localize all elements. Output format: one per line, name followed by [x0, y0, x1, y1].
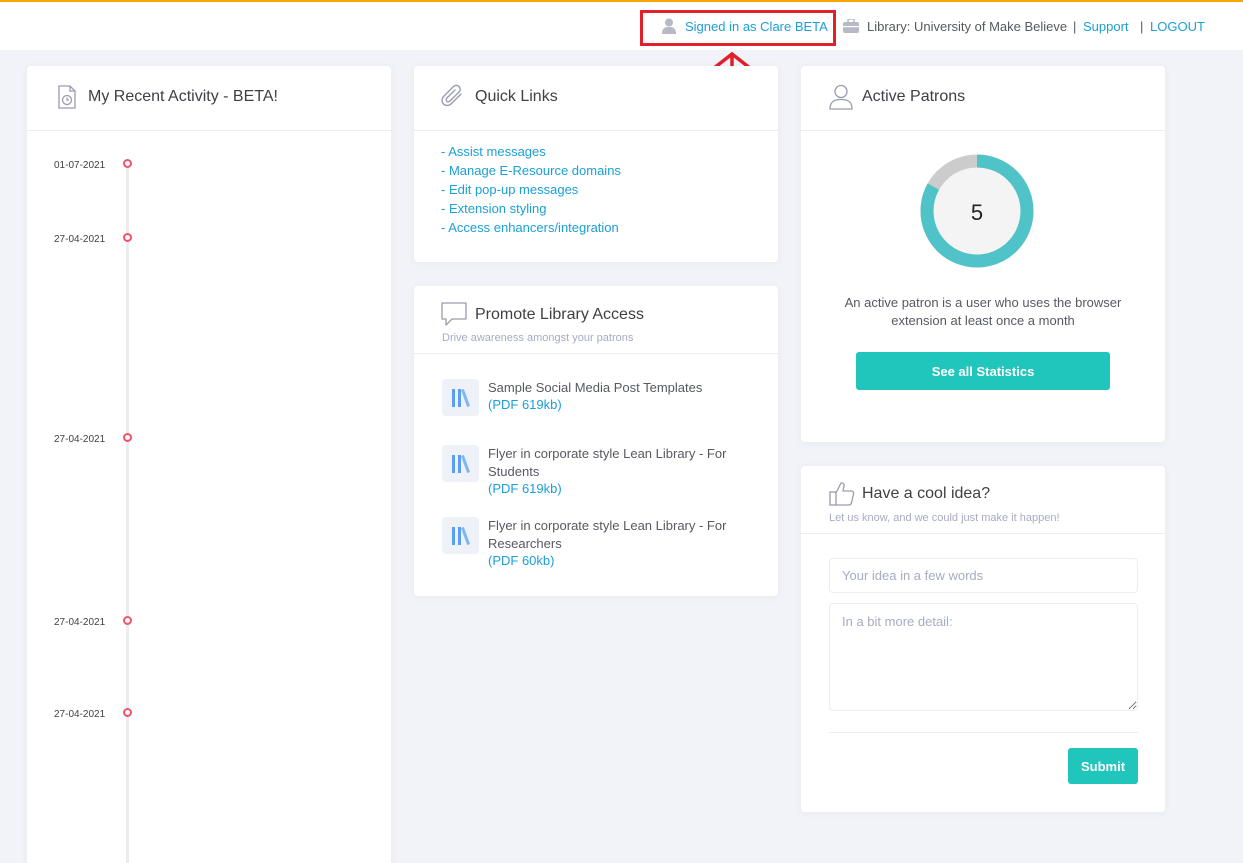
resource-pdf-link[interactable]: (PDF 619kb) — [488, 481, 562, 496]
timeline-dot — [123, 433, 132, 442]
timeline-date: 01-07-2021 — [54, 160, 106, 171]
card-title: Have a cool idea? — [862, 485, 991, 502]
library-name: Library: University of Make Believe — [867, 19, 1068, 34]
timeline-dot — [123, 616, 132, 625]
timeline-date: 27-04-2021 — [54, 434, 106, 445]
timeline-line — [126, 165, 129, 863]
idea-summary-input[interactable] — [829, 558, 1138, 593]
top-bar: Signed in as Clare BETA Library: Univers… — [0, 0, 1243, 50]
quick-link-access-enhancers[interactable]: - Access enhancers/integration — [441, 220, 619, 235]
card-title: Quick Links — [475, 88, 558, 105]
active-patron-description: An active patron is a user who uses the … — [844, 295, 1122, 328]
card-subtitle: Drive awareness amongst your patrons — [442, 332, 634, 344]
paperclip-icon — [441, 84, 465, 115]
speech-bubble-icon — [441, 302, 467, 331]
annotation-highlight-box — [640, 10, 836, 46]
library-books-icon — [442, 517, 479, 554]
timeline-dot — [123, 233, 132, 242]
card-header — [801, 66, 1165, 131]
divider: | — [1073, 19, 1077, 34]
timeline-dot — [123, 159, 132, 168]
timeline-date: 27-04-2021 — [54, 234, 106, 245]
card-title: My Recent Activity - BETA! — [88, 88, 278, 105]
thumbs-up-icon — [829, 481, 855, 512]
timeline-date: 27-04-2021 — [54, 617, 106, 628]
library-books-icon — [442, 445, 479, 482]
card-title: Active Patrons — [862, 88, 966, 105]
see-all-statistics-button[interactable]: See all Statistics — [856, 352, 1110, 390]
card-header — [414, 66, 778, 131]
resource-title: Sample Social Media Post Templates — [488, 380, 703, 395]
quick-link-assist-messages[interactable]: - Assist messages — [441, 144, 546, 159]
quick-link-extension-styling[interactable]: - Extension styling — [441, 201, 547, 216]
briefcase-icon — [843, 18, 859, 38]
quick-link-popup-messages[interactable]: - Edit pop-up messages — [441, 182, 578, 197]
timeline-dot — [123, 708, 132, 717]
active-patrons-count: 5 — [970, 200, 984, 225]
logout-link[interactable]: LOGOUT — [1150, 19, 1205, 35]
card-subtitle: Let us know, and we could just make it h… — [829, 512, 1060, 524]
resource-pdf-link[interactable]: (PDF 60kb) — [488, 553, 554, 568]
form-divider — [829, 732, 1138, 733]
support-link[interactable]: Support — [1083, 19, 1129, 35]
resource-title: Flyer in corporate style Lean Library - … — [488, 518, 727, 551]
user-outline-icon — [829, 84, 853, 115]
resource-pdf-link[interactable]: (PDF 619kb) — [488, 397, 562, 412]
quick-link-eresource-domains[interactable]: - Manage E-Resource domains — [441, 163, 621, 178]
document-clock-icon — [57, 85, 77, 114]
timeline-date: 27-04-2021 — [54, 709, 106, 720]
submit-button[interactable]: Submit — [1068, 748, 1138, 784]
divider: | — [1140, 19, 1144, 34]
card-title: Promote Library Access — [475, 306, 644, 323]
library-books-icon — [442, 379, 479, 416]
resource-title: Flyer in corporate style Lean Library - … — [488, 446, 727, 479]
recent-activity-card — [27, 66, 391, 863]
idea-detail-textarea[interactable] — [829, 603, 1138, 711]
